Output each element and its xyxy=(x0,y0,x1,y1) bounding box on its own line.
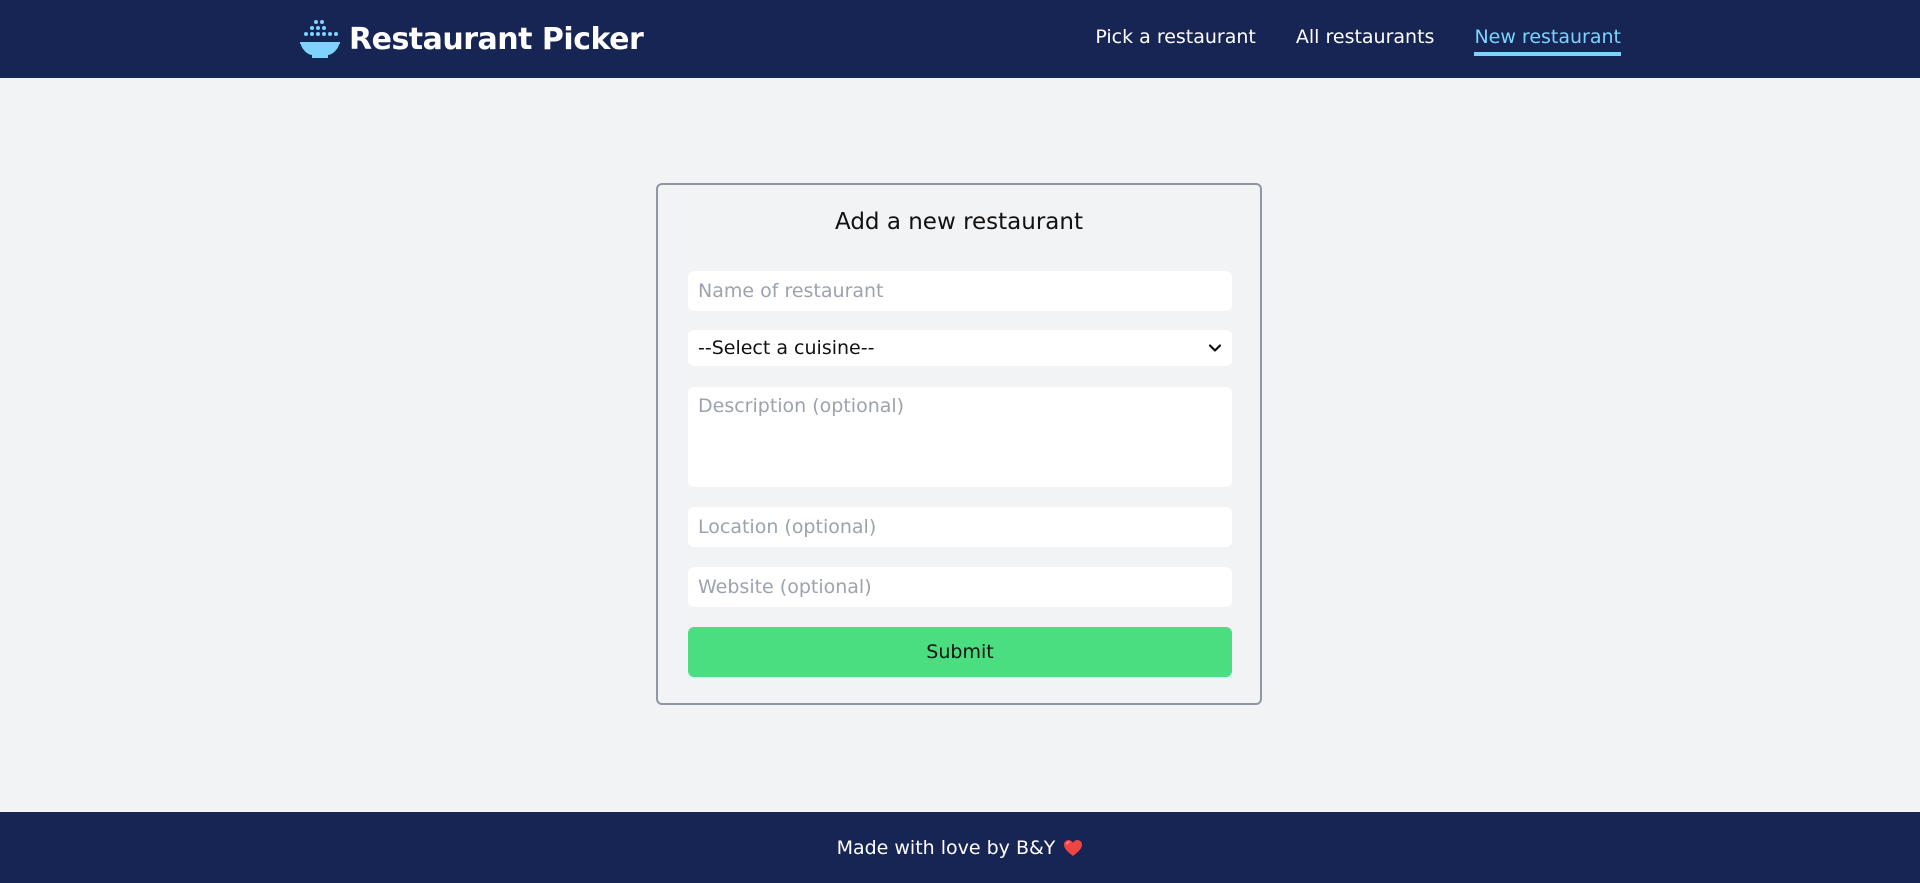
nav-new-restaurant[interactable]: New restaurant xyxy=(1474,26,1621,56)
footer-text: Made with love by B&Y xyxy=(836,836,1056,859)
website-input[interactable] xyxy=(688,567,1232,607)
cuisine-selected-value: --Select a cuisine-- xyxy=(698,337,875,359)
new-restaurant-form: Add a new restaurant --Select a cuisine-… xyxy=(656,183,1262,705)
heart-icon xyxy=(1064,839,1083,856)
chevron-down-icon xyxy=(1208,344,1222,352)
brand[interactable]: Restaurant Picker xyxy=(299,18,644,60)
description-textarea[interactable] xyxy=(688,387,1232,487)
cuisine-select[interactable]: --Select a cuisine-- xyxy=(688,330,1232,366)
location-input[interactable] xyxy=(688,507,1232,547)
submit-button[interactable]: Submit xyxy=(688,627,1232,677)
rice-bowl-icon xyxy=(300,20,340,58)
nav-pick-restaurant[interactable]: Pick a restaurant xyxy=(1095,26,1256,56)
app-title: Restaurant Picker xyxy=(349,21,644,57)
navbar: Restaurant Picker Pick a restaurant All … xyxy=(0,0,1920,78)
form-title: Add a new restaurant xyxy=(834,209,1083,235)
restaurant-name-input[interactable] xyxy=(688,271,1232,311)
footer: Made with love by B&Y xyxy=(0,812,1920,883)
main-nav: Pick a restaurant All restaurants New re… xyxy=(1095,0,1621,78)
nav-all-restaurants[interactable]: All restaurants xyxy=(1296,26,1435,56)
